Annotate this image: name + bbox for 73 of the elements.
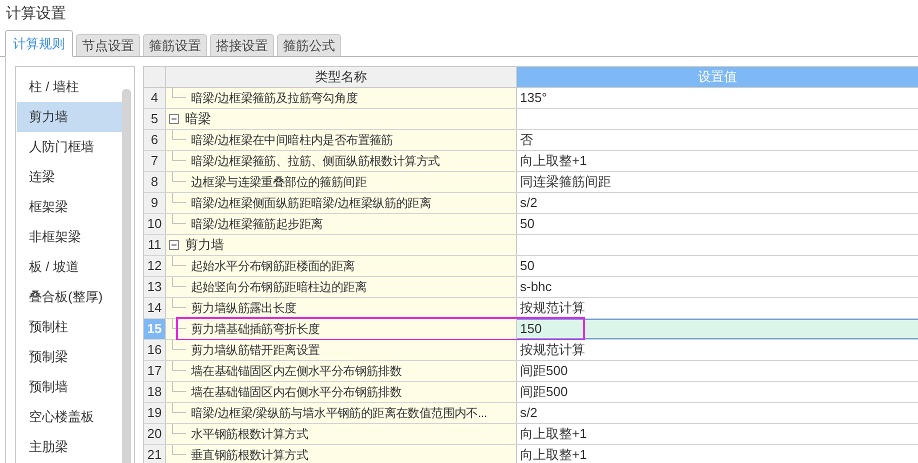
row-number[interactable]: 14 [144, 298, 166, 318]
setting-name: 剪力墙纵筋错开距离设置 [191, 342, 320, 359]
sidebar-item[interactable]: 框架梁 [17, 192, 122, 222]
sidebar-item[interactable]: 预制梁 [17, 342, 122, 372]
group-name: 剪力墙 [185, 236, 224, 254]
setting-name: 暗梁/边框梁箍筋及拉筋弯勾角度 [191, 90, 358, 107]
row-number[interactable]: 6 [144, 130, 166, 150]
setting-value[interactable]: 按规范计算 [517, 298, 585, 318]
row-number[interactable]: 20 [144, 424, 166, 444]
sidebar-item[interactable]: 人防门框墙 [17, 132, 122, 162]
tab[interactable]: 节点设置 [76, 34, 140, 56]
setting-name: 边框梁与连梁重叠部位的箍筋间距 [191, 174, 367, 191]
setting-name: 起始竖向分布钢筋距暗柱边的距离 [191, 279, 367, 296]
row-number[interactable]: 12 [144, 256, 166, 276]
setting-name: 剪力墙纵筋露出长度 [191, 300, 296, 317]
sidebar-item[interactable]: 空心楼盖板 [17, 402, 122, 432]
row-number[interactable]: 17 [144, 361, 166, 381]
setting-name: 暗梁/边框梁箍筋起步距离 [191, 216, 323, 233]
setting-value[interactable]: 50 [517, 214, 534, 234]
tab[interactable]: 箍筋公式 [277, 34, 341, 56]
sidebar-item[interactable]: 剪力墙 [17, 102, 122, 132]
setting-name: 暗梁/边框梁侧面纵筋距暗梁/边框梁纵筋的距离 [191, 195, 432, 212]
setting-name: 墙在基础锚固区内左侧水平分布钢筋排数 [191, 363, 402, 380]
tab[interactable]: 箍筋设置 [143, 34, 207, 56]
setting-value[interactable]: 150 [517, 319, 542, 339]
setting-value[interactable]: 135° [517, 88, 547, 108]
setting-value[interactable]: s/2 [517, 193, 538, 213]
row-number[interactable]: 4 [144, 88, 166, 108]
collapse-icon[interactable] [169, 114, 179, 124]
row-number[interactable]: 19 [144, 403, 166, 423]
window-title: 计算设置 [5, 4, 67, 24]
setting-value[interactable]: s-bhc [517, 277, 552, 297]
setting-value[interactable]: 按规范计算 [517, 340, 585, 360]
setting-value[interactable]: 向上取整+1 [517, 424, 587, 444]
row-number[interactable]: 10 [144, 214, 166, 234]
sidebar-item[interactable]: 预制墙 [17, 372, 122, 402]
row-number[interactable]: 18 [144, 382, 166, 402]
setting-name: 暗梁/边框梁箍筋、拉筋、侧面纵筋根数计算方式 [191, 153, 440, 170]
setting-value[interactable]: s/2 [517, 403, 538, 423]
row-number[interactable]: 13 [144, 277, 166, 297]
row-number[interactable]: 7 [144, 151, 166, 171]
setting-value[interactable]: 否 [517, 130, 533, 150]
setting-name: 剪力墙基础插筋弯折长度 [191, 321, 320, 338]
setting-name: 暗梁/边框梁/梁纵筋与墙水平钢筋的距离在数值范围内不... [191, 405, 487, 422]
row-number[interactable]: 8 [144, 172, 166, 192]
scrollbar[interactable] [122, 89, 131, 463]
row-number[interactable]: 5 [144, 109, 166, 129]
row-number[interactable]: 9 [144, 193, 166, 213]
sidebar-item[interactable]: 预制柱 [17, 312, 122, 342]
sidebar-item[interactable]: 非框架梁 [17, 222, 122, 252]
sidebar-item[interactable]: 主肋梁 [17, 432, 122, 462]
setting-value[interactable]: 50 [517, 256, 534, 276]
setting-value[interactable]: 同连梁箍筋间距 [517, 172, 611, 192]
sidebar-item[interactable]: 柱 / 墙柱 [17, 72, 122, 102]
setting-value[interactable]: 向上取整+1 [517, 151, 587, 171]
sidebar-item[interactable]: 板 / 坡道 [17, 252, 122, 282]
group-name: 暗梁 [185, 110, 211, 128]
setting-name: 垂直钢筋根数计算方式 [191, 447, 308, 463]
setting-name: 墙在基础锚固区内右侧水平分布钢筋排数 [191, 384, 402, 401]
row-number[interactable]: 16 [144, 340, 166, 360]
setting-name: 起始水平分布钢筋距楼面的距离 [191, 258, 355, 275]
sidebar-item[interactable]: 叠合板(整厚) [17, 282, 122, 312]
row-number[interactable]: 21 [144, 445, 166, 463]
setting-name: 水平钢筋根数计算方式 [191, 426, 308, 443]
setting-value[interactable]: 间距500 [517, 382, 568, 402]
tab[interactable]: 搭接设置 [210, 34, 274, 56]
setting-value[interactable]: 向上取整+1 [517, 445, 587, 463]
collapse-icon[interactable] [169, 240, 179, 250]
setting-value[interactable]: 间距500 [517, 361, 568, 381]
row-number[interactable]: 11 [144, 235, 166, 255]
column-header[interactable]: 类型名称 [166, 67, 517, 87]
sidebar-item[interactable]: 连梁 [17, 162, 122, 192]
setting-name: 暗梁/边框梁在中间暗柱内是否布置箍筋 [191, 132, 393, 149]
